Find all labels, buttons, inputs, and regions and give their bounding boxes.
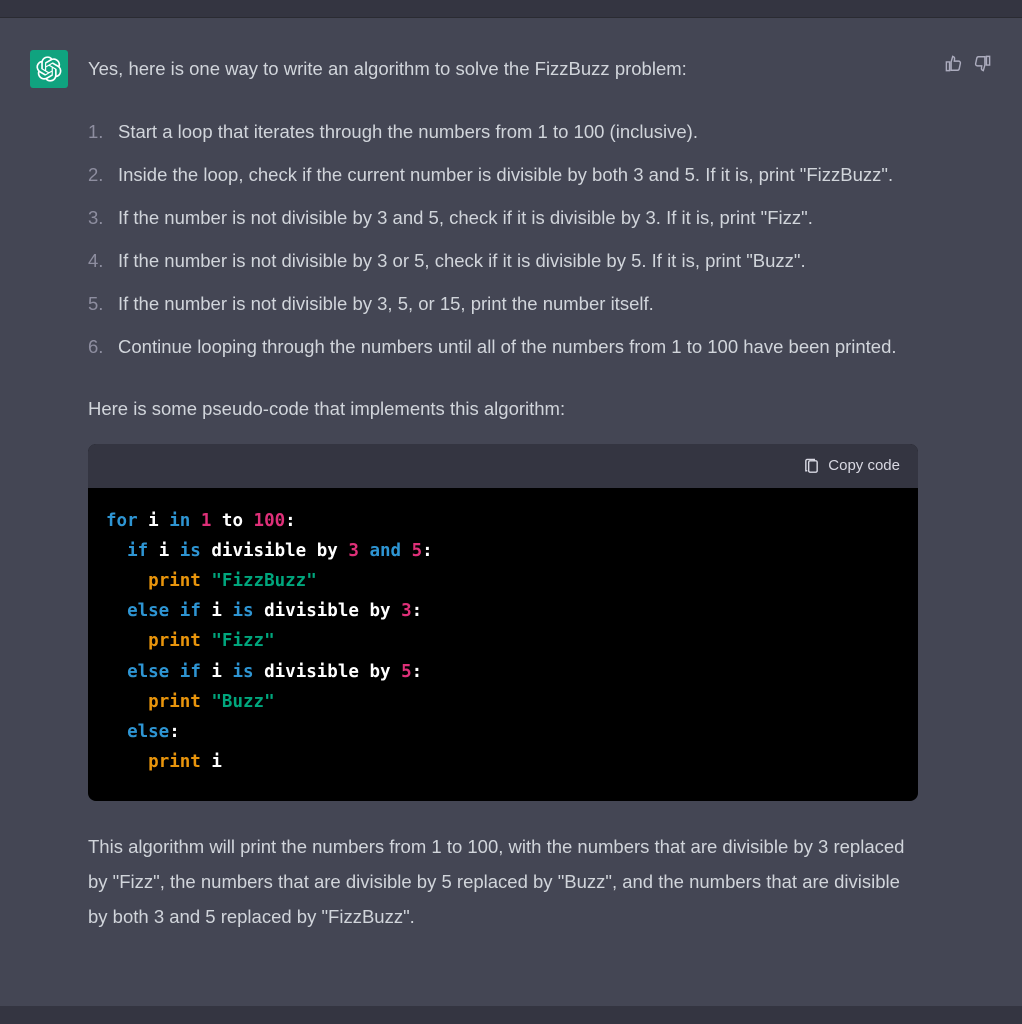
openai-logo-icon	[36, 56, 62, 82]
clipboard-icon	[803, 458, 820, 475]
code-header: Copy code	[88, 444, 918, 488]
assistant-avatar	[30, 50, 68, 88]
top-bar	[0, 0, 1022, 18]
pseudo-intro-text: Here is some pseudo-code that implements…	[88, 394, 918, 424]
feedback-actions	[944, 48, 992, 966]
list-item: If the number is not divisible by 3, 5, …	[88, 286, 918, 321]
code-block: Copy code for i in 1 to 100: if i is div…	[88, 444, 918, 801]
thumbs-down-icon[interactable]	[973, 54, 992, 73]
steps-list: Start a loop that iterates through the n…	[88, 114, 918, 365]
intro-text: Yes, here is one way to write an algorit…	[88, 48, 918, 84]
message-content: Yes, here is one way to write an algorit…	[88, 48, 918, 966]
list-item: If the number is not divisible by 3 and …	[88, 200, 918, 235]
list-item: Start a loop that iterates through the n…	[88, 114, 918, 149]
code-content: for i in 1 to 100: if i is divisible by …	[88, 488, 918, 801]
copy-code-button[interactable]: Copy code	[803, 454, 900, 478]
list-item: If the number is not divisible by 3 or 5…	[88, 243, 918, 278]
thumbs-up-icon[interactable]	[944, 54, 963, 73]
outro-text: This algorithm will print the numbers fr…	[88, 829, 918, 934]
list-item: Inside the loop, check if the current nu…	[88, 157, 918, 192]
list-item: Continue looping through the numbers unt…	[88, 329, 918, 364]
bottom-bar	[0, 1006, 1022, 1024]
assistant-message: Yes, here is one way to write an algorit…	[0, 18, 1022, 1006]
copy-code-label: Copy code	[828, 454, 900, 478]
